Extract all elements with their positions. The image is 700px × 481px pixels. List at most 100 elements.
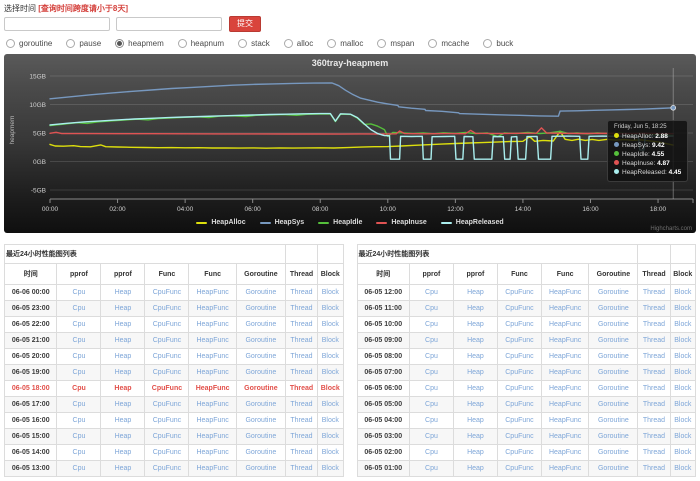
heapfunc-link[interactable]: HeapFunc bbox=[196, 337, 228, 344]
block-link[interactable]: Block bbox=[674, 321, 691, 328]
block-link[interactable]: Block bbox=[322, 289, 339, 296]
start-time-input[interactable] bbox=[4, 17, 110, 31]
thread-link[interactable]: Thread bbox=[643, 417, 665, 424]
thread-link[interactable]: Thread bbox=[643, 337, 665, 344]
heapfunc-link[interactable]: HeapFunc bbox=[196, 465, 228, 472]
cpufunc-link[interactable]: CpuFunc bbox=[152, 385, 182, 392]
heap-link[interactable]: Heap bbox=[467, 465, 484, 472]
block-link[interactable]: Block bbox=[674, 369, 691, 376]
heap-link[interactable]: Heap bbox=[115, 305, 132, 312]
heap-link[interactable]: Heap bbox=[467, 433, 484, 440]
goroutine-link[interactable]: Goroutine bbox=[598, 401, 629, 408]
block-link[interactable]: Block bbox=[322, 337, 339, 344]
radio-icon[interactable] bbox=[327, 39, 336, 48]
goroutine-link[interactable]: Goroutine bbox=[598, 337, 629, 344]
goroutine-link[interactable]: Goroutine bbox=[598, 353, 629, 360]
goroutine-link[interactable]: Goroutine bbox=[245, 289, 276, 296]
heap-link[interactable]: Heap bbox=[467, 385, 484, 392]
goroutine-link[interactable]: Goroutine bbox=[598, 305, 629, 312]
cpufunc-link[interactable]: CpuFunc bbox=[505, 385, 533, 392]
heap-link[interactable]: Heap bbox=[115, 465, 132, 472]
radio-icon[interactable] bbox=[428, 39, 437, 48]
radio-pause[interactable]: pause bbox=[66, 39, 101, 48]
thread-link[interactable]: Thread bbox=[290, 337, 312, 344]
legend-item-heapreleased[interactable]: HeapReleased bbox=[441, 219, 504, 226]
cpu-link[interactable]: Cpu bbox=[73, 321, 86, 328]
radio-mcache[interactable]: mcache bbox=[428, 39, 469, 48]
cpu-link[interactable]: Cpu bbox=[73, 465, 86, 472]
goroutine-link[interactable]: Goroutine bbox=[598, 369, 629, 376]
block-link[interactable]: Block bbox=[674, 465, 691, 472]
legend-label[interactable]: HeapAlloc bbox=[211, 219, 245, 226]
block-link[interactable]: Block bbox=[674, 417, 691, 424]
cpu-link[interactable]: Cpu bbox=[73, 289, 86, 296]
block-link[interactable]: Block bbox=[322, 417, 339, 424]
cpu-link[interactable]: Cpu bbox=[425, 305, 438, 312]
radio-heapmem[interactable]: heapmem bbox=[115, 39, 164, 48]
cpu-link[interactable]: Cpu bbox=[72, 385, 86, 392]
cpufunc-link[interactable]: CpuFunc bbox=[505, 433, 533, 440]
legend-item-heapalloc[interactable]: HeapAlloc bbox=[196, 219, 245, 226]
radio-alloc[interactable]: alloc bbox=[284, 39, 313, 48]
cpufunc-link[interactable]: CpuFunc bbox=[153, 433, 181, 440]
heapfunc-link[interactable]: HeapFunc bbox=[196, 289, 228, 296]
block-link[interactable]: Block bbox=[674, 305, 691, 312]
heap-link[interactable]: Heap bbox=[115, 321, 132, 328]
cpufunc-link[interactable]: CpuFunc bbox=[153, 417, 181, 424]
cpu-link[interactable]: Cpu bbox=[425, 401, 438, 408]
legend-label[interactable]: HeapSys bbox=[275, 219, 305, 226]
block-link[interactable]: Block bbox=[674, 289, 691, 296]
heapfunc-link[interactable]: HeapFunc bbox=[549, 449, 581, 456]
cpufunc-link[interactable]: CpuFunc bbox=[153, 305, 181, 312]
thread-link[interactable]: Thread bbox=[643, 433, 665, 440]
goroutine-link[interactable]: Goroutine bbox=[245, 433, 276, 440]
thread-link[interactable]: Thread bbox=[643, 369, 665, 376]
heapfunc-link[interactable]: HeapFunc bbox=[549, 321, 581, 328]
thread-link[interactable]: Thread bbox=[643, 465, 665, 472]
radio-mspan[interactable]: mspan bbox=[377, 39, 414, 48]
cpu-link[interactable]: Cpu bbox=[73, 337, 86, 344]
cpu-link[interactable]: Cpu bbox=[73, 449, 86, 456]
goroutine-link[interactable]: Goroutine bbox=[245, 401, 276, 408]
cpufunc-link[interactable]: CpuFunc bbox=[153, 289, 181, 296]
radio-label[interactable]: alloc bbox=[297, 39, 313, 48]
block-link[interactable]: Block bbox=[674, 385, 691, 392]
radio-stack[interactable]: stack bbox=[238, 39, 270, 48]
heapfunc-link[interactable]: HeapFunc bbox=[549, 385, 581, 392]
thread-link[interactable]: Thread bbox=[290, 385, 313, 392]
thread-link[interactable]: Thread bbox=[643, 305, 665, 312]
heapfunc-link[interactable]: HeapFunc bbox=[549, 433, 581, 440]
radio-label[interactable]: buck bbox=[496, 39, 513, 48]
thread-link[interactable]: Thread bbox=[643, 321, 665, 328]
heap-link[interactable]: Heap bbox=[115, 401, 132, 408]
cpu-link[interactable]: Cpu bbox=[425, 449, 438, 456]
legend-item-heapidle[interactable]: HeapIdle bbox=[318, 219, 362, 226]
heap-link[interactable]: Heap bbox=[467, 417, 484, 424]
heapfunc-link[interactable]: HeapFunc bbox=[196, 385, 230, 392]
thread-link[interactable]: Thread bbox=[290, 401, 312, 408]
thread-link[interactable]: Thread bbox=[290, 369, 312, 376]
heap-link[interactable]: Heap bbox=[115, 289, 132, 296]
legend-label[interactable]: HeapInuse bbox=[391, 219, 426, 226]
block-link[interactable]: Block bbox=[322, 401, 339, 408]
cpufunc-link[interactable]: CpuFunc bbox=[505, 417, 533, 424]
cpu-link[interactable]: Cpu bbox=[425, 433, 438, 440]
cpufunc-link[interactable]: CpuFunc bbox=[153, 465, 181, 472]
block-link[interactable]: Block bbox=[322, 353, 339, 360]
heap-link[interactable]: Heap bbox=[115, 369, 132, 376]
thread-link[interactable]: Thread bbox=[290, 465, 312, 472]
cpu-link[interactable]: Cpu bbox=[73, 401, 86, 408]
cpu-link[interactable]: Cpu bbox=[73, 305, 86, 312]
thread-link[interactable]: Thread bbox=[290, 353, 312, 360]
block-link[interactable]: Block bbox=[674, 401, 691, 408]
thread-link[interactable]: Thread bbox=[643, 385, 665, 392]
heapfunc-link[interactable]: HeapFunc bbox=[549, 337, 581, 344]
cpu-link[interactable]: Cpu bbox=[73, 417, 86, 424]
radio-buck[interactable]: buck bbox=[483, 39, 513, 48]
goroutine-link[interactable]: Goroutine bbox=[598, 417, 629, 424]
heapfunc-link[interactable]: HeapFunc bbox=[196, 305, 228, 312]
cpufunc-link[interactable]: CpuFunc bbox=[505, 449, 533, 456]
cpu-link[interactable]: Cpu bbox=[425, 337, 438, 344]
goroutine-link[interactable]: Goroutine bbox=[245, 305, 276, 312]
thread-link[interactable]: Thread bbox=[643, 401, 665, 408]
